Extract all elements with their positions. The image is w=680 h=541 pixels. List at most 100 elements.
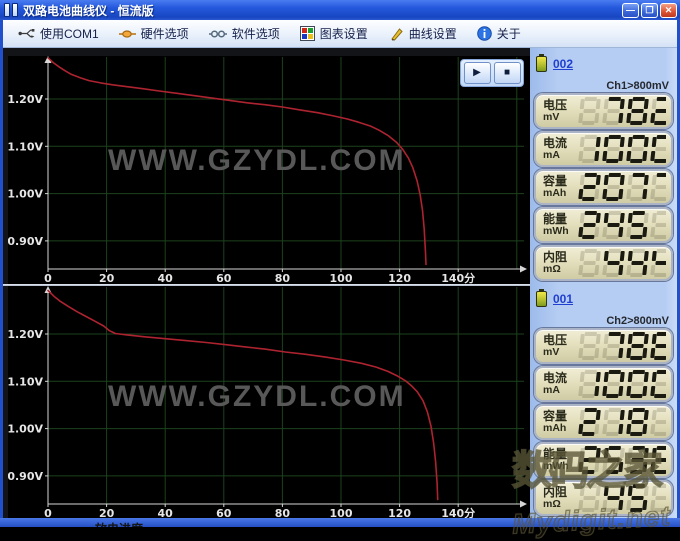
lcd-label: 容量 xyxy=(543,410,577,423)
statusbar: 放电进度 xyxy=(0,518,680,527)
maximize-button[interactable]: ❐ xyxy=(641,3,658,18)
svg-text:20: 20 xyxy=(99,272,115,284)
lcd-current: 电流mA xyxy=(534,131,673,167)
lcd-value-energy xyxy=(577,211,666,239)
svg-text:60: 60 xyxy=(216,272,232,284)
toolbar-button-hardware[interactable]: 硬件选项 xyxy=(110,22,198,45)
toolbar-button-about[interactable]: 关于 xyxy=(468,22,530,45)
lcd-value-voltage xyxy=(577,332,666,360)
toolbar-label: 曲线设置 xyxy=(409,25,457,42)
channel1-cell-link[interactable]: 002 xyxy=(553,57,573,71)
svg-text:1.20V: 1.20V xyxy=(8,328,43,341)
lcd-unit: mΩ xyxy=(543,264,577,275)
channel1-cutoff-label: Ch1>800mV xyxy=(606,80,669,92)
toolbar-label: 硬件选项 xyxy=(141,25,189,42)
readings-panel: 002 Ch1>800mV 电压mV 电流mA 容量mAh xyxy=(530,48,677,518)
lcd-unit: mV xyxy=(543,112,577,123)
app-icon xyxy=(4,3,19,17)
svg-text:80: 80 xyxy=(275,272,291,284)
battery-icon xyxy=(536,56,547,72)
statusbar-text: 放电进度 xyxy=(95,520,143,527)
toolbar-label: 软件选项 xyxy=(232,25,280,42)
channel2-section: 001 Ch2>800mV 电压mV 电流mA 容量mAh xyxy=(534,291,673,516)
lcd-label: 内阻 xyxy=(543,251,577,264)
battery-icon xyxy=(536,291,547,307)
lcd-unit: mA xyxy=(543,150,577,161)
close-button[interactable]: ✕ xyxy=(660,3,677,18)
lcd-voltage: 电压mV xyxy=(534,328,673,364)
channel2-cutoff-label: Ch2>800mV xyxy=(606,315,669,327)
channel2-header: 001 Ch2>800mV xyxy=(534,291,673,328)
channel1-section: 002 Ch1>800mV 电压mV 电流mA 容量mAh xyxy=(534,56,673,281)
lcd-value-capacity xyxy=(577,173,666,201)
chart-channel1: 1.20V1.10V1.00V0.90V020406080100120140分 … xyxy=(8,56,530,284)
lcd-label: 能量 xyxy=(543,448,577,461)
lcd-capacity: 容量mAh xyxy=(534,404,673,440)
lcd-value-capacity xyxy=(577,408,666,436)
svg-text:0: 0 xyxy=(44,272,52,284)
toolbar-label: 关于 xyxy=(497,25,521,42)
lcd-value-energy xyxy=(577,446,666,474)
usb-plug-icon xyxy=(18,26,35,41)
lcd-resistance: 内阻mΩ xyxy=(534,245,673,281)
svg-text:1.10V: 1.10V xyxy=(8,140,43,153)
lcd-unit: mAh xyxy=(543,188,577,199)
stop-button[interactable]: ■ xyxy=(494,62,521,84)
lcd-value-current xyxy=(577,135,666,163)
lcd-value-current xyxy=(577,370,666,398)
toolbar-button-com[interactable]: 使用COM1 xyxy=(9,22,108,45)
toolbar-button-software[interactable]: 软件选项 xyxy=(200,22,289,45)
lcd-label: 容量 xyxy=(543,175,577,188)
lcd-label: 电流 xyxy=(543,137,577,150)
lcd-unit: mAh xyxy=(543,423,577,434)
lcd-value-resistance xyxy=(577,249,666,277)
curve-pencil-icon xyxy=(388,26,404,42)
svg-text:1.00V: 1.00V xyxy=(8,423,43,436)
lcd-value-resistance xyxy=(577,484,666,512)
lcd-unit: mWh xyxy=(543,226,577,237)
chart-grid-icon xyxy=(300,26,315,41)
lcd-unit: mV xyxy=(543,347,577,358)
minimize-button[interactable]: — xyxy=(622,3,639,18)
play-button[interactable]: ▶ xyxy=(464,62,491,84)
lcd-label: 电压 xyxy=(543,334,577,347)
lcd-energy: 能量mWh xyxy=(534,207,673,243)
toolbar-button-curve-settings[interactable]: 曲线设置 xyxy=(379,22,466,45)
channel1-header: 002 Ch1>800mV xyxy=(534,56,673,93)
titlebar: 双路电池曲线仪 - 恒流版 — ❐ ✕ xyxy=(0,0,680,20)
lcd-unit: mΩ xyxy=(543,499,577,510)
hardware-connector-icon xyxy=(119,28,136,40)
svg-text:100: 100 xyxy=(330,272,353,284)
info-icon xyxy=(477,26,492,41)
lcd-label: 内阻 xyxy=(543,486,577,499)
charts-column: 1.20V1.10V1.00V0.90V020406080100120140分 … xyxy=(3,48,530,518)
lcd-voltage: 电压mV xyxy=(534,93,673,129)
software-connector-icon xyxy=(209,28,227,40)
window-title: 双路电池曲线仪 - 恒流版 xyxy=(23,2,620,19)
lcd-unit: mA xyxy=(543,385,577,396)
lcd-label: 电压 xyxy=(543,99,577,112)
lcd-label: 电流 xyxy=(543,372,577,385)
svg-text:1.00V: 1.00V xyxy=(8,188,43,201)
app-window: 双路电池曲线仪 - 恒流版 — ❐ ✕ 使用COM1 xyxy=(0,0,680,527)
lcd-label: 能量 xyxy=(543,213,577,226)
lcd-capacity: 容量mAh xyxy=(534,169,673,205)
window-frame: 使用COM1 硬件选项 软件选项 xyxy=(0,20,680,518)
lcd-energy: 能量mWh xyxy=(534,442,673,478)
transport-controls: ▶ ■ xyxy=(460,59,524,87)
chart2-plot: 1.20V1.10V1.00V0.90V020406080100120140分 xyxy=(8,286,530,519)
svg-text:140分: 140分 xyxy=(441,271,475,284)
main-area: 1.20V1.10V1.00V0.90V020406080100120140分 … xyxy=(3,48,677,518)
svg-text:1.10V: 1.10V xyxy=(8,375,43,388)
svg-text:1.20V: 1.20V xyxy=(8,93,43,106)
toolbar-label: 图表设置 xyxy=(320,25,368,42)
lcd-value-voltage xyxy=(577,97,666,125)
lcd-resistance: 内阻mΩ xyxy=(534,480,673,516)
svg-text:0.90V: 0.90V xyxy=(8,235,43,248)
lcd-current: 电流mA xyxy=(534,366,673,402)
channel2-cell-link[interactable]: 001 xyxy=(553,292,573,306)
toolbar-button-chart-settings[interactable]: 图表设置 xyxy=(291,22,377,45)
toolbar-label: 使用COM1 xyxy=(40,25,99,42)
toolbar: 使用COM1 硬件选项 软件选项 xyxy=(3,20,677,48)
svg-text:40: 40 xyxy=(158,272,174,284)
